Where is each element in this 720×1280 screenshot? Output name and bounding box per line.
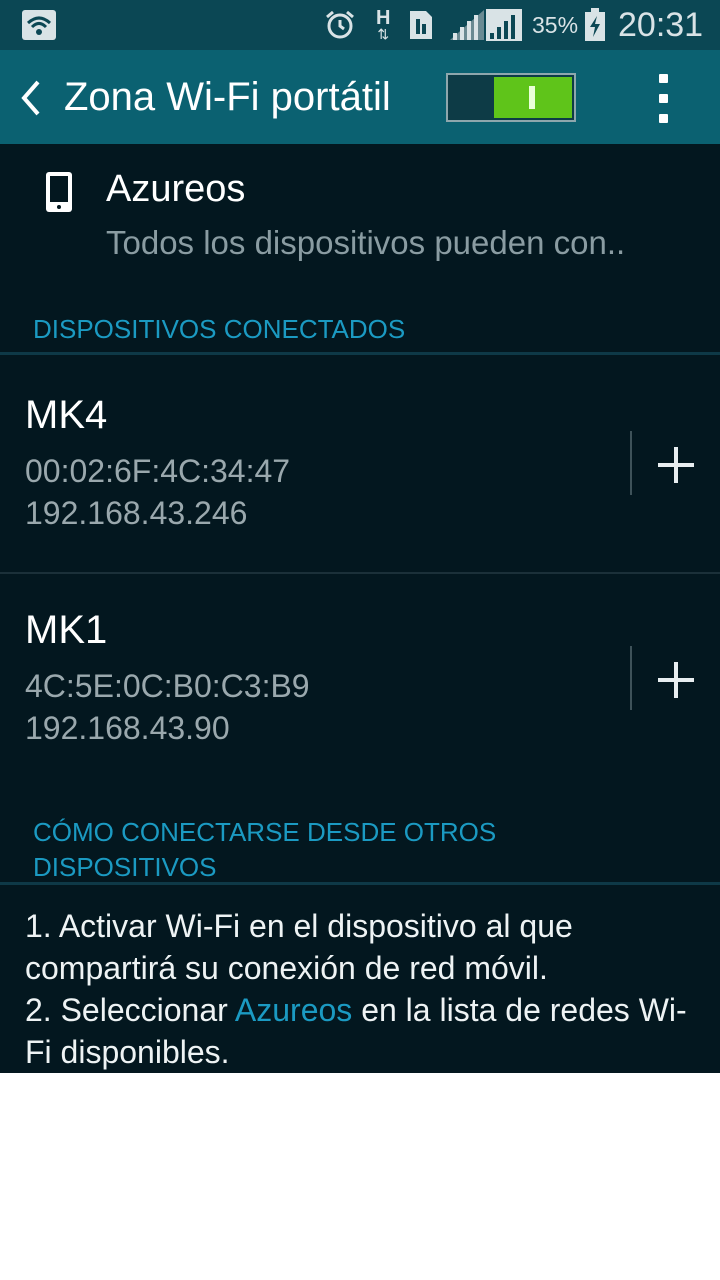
network-type-label: H bbox=[376, 7, 391, 29]
signal-icon bbox=[450, 0, 484, 50]
status-bar: H ⇅ 35% 20:31 bbox=[0, 0, 720, 50]
section-divider bbox=[0, 882, 720, 885]
hotspot-description: Todos los dispositivos pueden con.. bbox=[106, 224, 626, 261]
hotspot-settings-row[interactable]: Azureos Todos los dispositivos pueden co… bbox=[0, 146, 720, 276]
row-separator bbox=[630, 646, 632, 710]
overflow-menu-icon[interactable] bbox=[654, 74, 674, 124]
how-to-connect-header: CÓMO CONECTARSE DESDE OTROS DISPOSITIVOS bbox=[33, 815, 496, 885]
back-arrow-icon[interactable] bbox=[14, 76, 54, 120]
sim-icon bbox=[408, 0, 434, 50]
device-mac: 00:02:6F:4C:34:47 bbox=[25, 453, 291, 489]
screen: H ⇅ 35% 20:31 Zona Wi-Fi portátil Azureo… bbox=[0, 0, 720, 1073]
wifi-icon bbox=[22, 0, 56, 50]
instruction-step-1: 1. Activar Wi-Fi en el dispositivo al qu… bbox=[25, 908, 573, 986]
hotspot-name: Azureos bbox=[106, 168, 246, 210]
row-separator bbox=[630, 431, 632, 495]
battery-charging-icon bbox=[584, 0, 606, 50]
connected-devices-header: DISPOSITIVOS CONECTADOS bbox=[33, 314, 406, 344]
header-line: CÓMO CONECTARSE DESDE OTROS bbox=[33, 817, 497, 847]
page-title: Zona Wi-Fi portátil bbox=[64, 74, 391, 119]
toggle-knob bbox=[494, 77, 572, 118]
instructions-text: 1. Activar Wi-Fi en el dispositivo al qu… bbox=[25, 905, 705, 1073]
network-name-link[interactable]: Azureos bbox=[235, 992, 352, 1028]
add-icon[interactable] bbox=[656, 445, 696, 485]
device-mac: 4C:5E:0C:B0:C3:B9 bbox=[25, 668, 310, 704]
data-arrows-icon: H ⇅ bbox=[376, 7, 391, 42]
device-row-mk4[interactable]: MK4 00:02:6F:4C:34:47 192.168.43.246 bbox=[0, 357, 720, 571]
battery-percent: 35% bbox=[532, 11, 579, 38]
section-divider bbox=[0, 352, 720, 355]
header-line: DISPOSITIVOS bbox=[33, 852, 217, 882]
signal-icon bbox=[486, 0, 522, 50]
toggle-on-indicator bbox=[529, 86, 535, 109]
step-text: 2. Seleccionar bbox=[25, 992, 235, 1028]
device-name: MK1 bbox=[25, 608, 108, 652]
device-name: MK4 bbox=[25, 393, 108, 437]
instruction-step-2: 2. Seleccionar Azureos en la lista de re… bbox=[25, 989, 705, 1073]
hotspot-toggle[interactable] bbox=[446, 73, 576, 122]
add-icon[interactable] bbox=[656, 660, 696, 700]
phone-icon bbox=[44, 171, 74, 213]
device-ip: 192.168.43.246 bbox=[25, 495, 248, 531]
device-row-mk1[interactable]: MK1 4C:5E:0C:B0:C3:B9 192.168.43.90 bbox=[0, 572, 720, 786]
clock: 20:31 bbox=[618, 5, 704, 44]
app-bar: Zona Wi-Fi portátil bbox=[0, 50, 720, 144]
alarm-icon bbox=[324, 0, 356, 50]
device-ip: 192.168.43.90 bbox=[25, 710, 230, 746]
